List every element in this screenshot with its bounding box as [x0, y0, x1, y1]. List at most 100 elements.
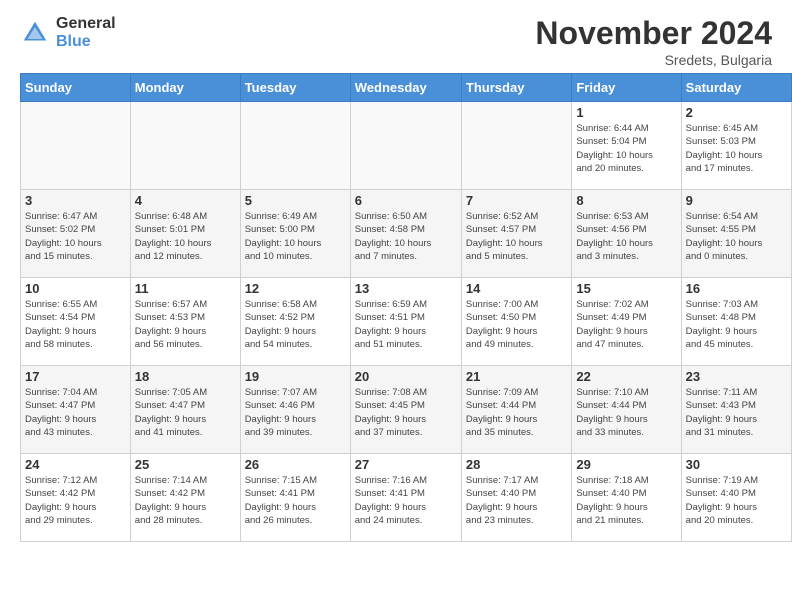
header-row: Sunday Monday Tuesday Wednesday Thursday… [21, 74, 792, 102]
week-row-4: 17 Sunrise: 7:04 AMSunset: 4:47 PMDayligh… [21, 366, 792, 454]
day-cell: 7Sunrise: 6:52 AMSunset: 4:57 PMDaylight… [461, 190, 571, 278]
day-info: Sunrise: 6:57 AMSunset: 4:53 PMDaylight:… [135, 298, 236, 351]
logo-general: General [56, 15, 116, 33]
day-cell: 8 Sunrise: 6:53 AMSunset: 4:56 PMDaylight… [572, 190, 681, 278]
day-cell: 28 Sunrise: 7:17 AMSunset: 4:40 PMDayligh… [461, 454, 571, 542]
day-cell: 3 Sunrise: 6:47 AMSunset: 5:02 PMDaylight… [21, 190, 131, 278]
day-cell: 21 Sunrise: 7:09 AMSunset: 4:44 PMDayligh… [461, 366, 571, 454]
day-number: 29 [576, 457, 676, 472]
day-cell: 11Sunrise: 6:57 AMSunset: 4:53 PMDayligh… [130, 278, 240, 366]
day-info: Sunrise: 7:05 AMSunset: 4:47 PMDaylight:… [135, 386, 236, 439]
day-cell: 12 Sunrise: 6:58 AMSunset: 4:52 PMDayligh… [240, 278, 350, 366]
day-info: Sunrise: 6:49 AMSunset: 5:00 PMDaylight:… [245, 210, 346, 263]
day-info: Sunrise: 7:09 AMSunset: 4:44 PMDaylight:… [466, 386, 567, 439]
day-cell: 4 Sunrise: 6:48 AMSunset: 5:01 PMDaylight… [130, 190, 240, 278]
day-info: Sunrise: 6:44 AMSunset: 5:04 PMDaylight:… [576, 122, 676, 175]
day-info: Sunrise: 7:08 AMSunset: 4:45 PMDaylight:… [355, 386, 457, 439]
day-info: Sunrise: 7:14 AMSunset: 4:42 PMDaylight:… [135, 474, 236, 527]
day-info: Sunrise: 7:07 AMSunset: 4:46 PMDaylight:… [245, 386, 346, 439]
day-number: 8 [576, 193, 676, 208]
day-number: 30 [686, 457, 787, 472]
day-cell: 17 Sunrise: 7:04 AMSunset: 4:47 PMDayligh… [21, 366, 131, 454]
day-cell: 10Sunrise: 6:55 AMSunset: 4:54 PMDayligh… [21, 278, 131, 366]
calendar-body: 1Sunrise: 6:44 AMSunset: 5:04 PMDaylight… [21, 102, 792, 542]
day-cell: 16 Sunrise: 7:03 AMSunset: 4:48 PMDayligh… [681, 278, 791, 366]
logo-icon [20, 18, 50, 48]
day-number: 26 [245, 457, 346, 472]
day-cell: 24Sunrise: 7:12 AMSunset: 4:42 PMDayligh… [21, 454, 131, 542]
week-row-1: 1Sunrise: 6:44 AMSunset: 5:04 PMDaylight… [21, 102, 792, 190]
week-row-3: 10Sunrise: 6:55 AMSunset: 4:54 PMDayligh… [21, 278, 792, 366]
month-title: November 2024 [535, 15, 772, 52]
day-number: 20 [355, 369, 457, 384]
day-cell: 30Sunrise: 7:19 AMSunset: 4:40 PMDayligh… [681, 454, 791, 542]
day-info: Sunrise: 7:16 AMSunset: 4:41 PMDaylight:… [355, 474, 457, 527]
day-cell: 22Sunrise: 7:10 AMSunset: 4:44 PMDayligh… [572, 366, 681, 454]
day-info: Sunrise: 7:00 AMSunset: 4:50 PMDaylight:… [466, 298, 567, 351]
day-info: Sunrise: 6:58 AMSunset: 4:52 PMDaylight:… [245, 298, 346, 351]
day-cell: 23 Sunrise: 7:11 AMSunset: 4:43 PMDayligh… [681, 366, 791, 454]
day-number: 4 [135, 193, 236, 208]
day-cell [350, 102, 461, 190]
day-number: 10 [25, 281, 126, 296]
day-info: Sunrise: 6:50 AMSunset: 4:58 PMDaylight:… [355, 210, 457, 263]
day-number: 28 [466, 457, 567, 472]
logo-text: General Blue [56, 15, 116, 51]
day-cell: 2 Sunrise: 6:45 AMSunset: 5:03 PMDaylight… [681, 102, 791, 190]
calendar-wrapper: Sunday Monday Tuesday Wednesday Thursday… [0, 73, 792, 552]
day-info: Sunrise: 7:04 AMSunset: 4:47 PMDaylight:… [25, 386, 126, 439]
day-info: Sunrise: 7:02 AMSunset: 4:49 PMDaylight:… [576, 298, 676, 351]
day-cell: 25 Sunrise: 7:14 AMSunset: 4:42 PMDayligh… [130, 454, 240, 542]
day-cell: 5 Sunrise: 6:49 AMSunset: 5:00 PMDaylight… [240, 190, 350, 278]
day-number: 25 [135, 457, 236, 472]
day-info: Sunrise: 7:03 AMSunset: 4:48 PMDaylight:… [686, 298, 787, 351]
day-info: Sunrise: 7:10 AMSunset: 4:44 PMDaylight:… [576, 386, 676, 439]
day-info: Sunrise: 7:17 AMSunset: 4:40 PMDaylight:… [466, 474, 567, 527]
day-number: 21 [466, 369, 567, 384]
day-info: Sunrise: 6:59 AMSunset: 4:51 PMDaylight:… [355, 298, 457, 351]
day-number: 16 [686, 281, 787, 296]
day-number: 23 [686, 369, 787, 384]
day-info: Sunrise: 6:53 AMSunset: 4:56 PMDaylight:… [576, 210, 676, 263]
day-number: 3 [25, 193, 126, 208]
day-info: Sunrise: 7:15 AMSunset: 4:41 PMDaylight:… [245, 474, 346, 527]
col-thursday: Thursday [461, 74, 571, 102]
day-cell: 6 Sunrise: 6:50 AMSunset: 4:58 PMDaylight… [350, 190, 461, 278]
logo-blue: Blue [56, 33, 116, 51]
week-row-2: 3 Sunrise: 6:47 AMSunset: 5:02 PMDaylight… [21, 190, 792, 278]
day-number: 5 [245, 193, 346, 208]
day-cell: 1Sunrise: 6:44 AMSunset: 5:04 PMDaylight… [572, 102, 681, 190]
day-number: 7 [466, 193, 567, 208]
day-cell: 14 Sunrise: 7:00 AMSunset: 4:50 PMDayligh… [461, 278, 571, 366]
day-number: 18 [135, 369, 236, 384]
day-number: 12 [245, 281, 346, 296]
day-number: 13 [355, 281, 457, 296]
day-info: Sunrise: 6:47 AMSunset: 5:02 PMDaylight:… [25, 210, 126, 263]
calendar-header: Sunday Monday Tuesday Wednesday Thursday… [21, 74, 792, 102]
day-cell [461, 102, 571, 190]
day-cell: 19Sunrise: 7:07 AMSunset: 4:46 PMDayligh… [240, 366, 350, 454]
day-number: 9 [686, 193, 787, 208]
day-info: Sunrise: 7:11 AMSunset: 4:43 PMDaylight:… [686, 386, 787, 439]
day-cell: 18 Sunrise: 7:05 AMSunset: 4:47 PMDayligh… [130, 366, 240, 454]
day-info: Sunrise: 6:54 AMSunset: 4:55 PMDaylight:… [686, 210, 787, 263]
day-cell: 15Sunrise: 7:02 AMSunset: 4:49 PMDayligh… [572, 278, 681, 366]
day-info: Sunrise: 6:45 AMSunset: 5:03 PMDaylight:… [686, 122, 787, 175]
day-cell: 27 Sunrise: 7:16 AMSunset: 4:41 PMDayligh… [350, 454, 461, 542]
col-wednesday: Wednesday [350, 74, 461, 102]
logo: General Blue [20, 15, 116, 51]
day-number: 27 [355, 457, 457, 472]
day-info: Sunrise: 7:18 AMSunset: 4:40 PMDaylight:… [576, 474, 676, 527]
day-number: 14 [466, 281, 567, 296]
col-monday: Monday [130, 74, 240, 102]
col-friday: Friday [572, 74, 681, 102]
day-cell: 20 Sunrise: 7:08 AMSunset: 4:45 PMDayligh… [350, 366, 461, 454]
day-info: Sunrise: 6:48 AMSunset: 5:01 PMDaylight:… [135, 210, 236, 263]
day-number: 2 [686, 105, 787, 120]
day-number: 6 [355, 193, 457, 208]
calendar-table: Sunday Monday Tuesday Wednesday Thursday… [20, 73, 792, 542]
day-cell [240, 102, 350, 190]
day-number: 17 [25, 369, 126, 384]
day-cell: 29 Sunrise: 7:18 AMSunset: 4:40 PMDayligh… [572, 454, 681, 542]
day-info: Sunrise: 7:12 AMSunset: 4:42 PMDaylight:… [25, 474, 126, 527]
